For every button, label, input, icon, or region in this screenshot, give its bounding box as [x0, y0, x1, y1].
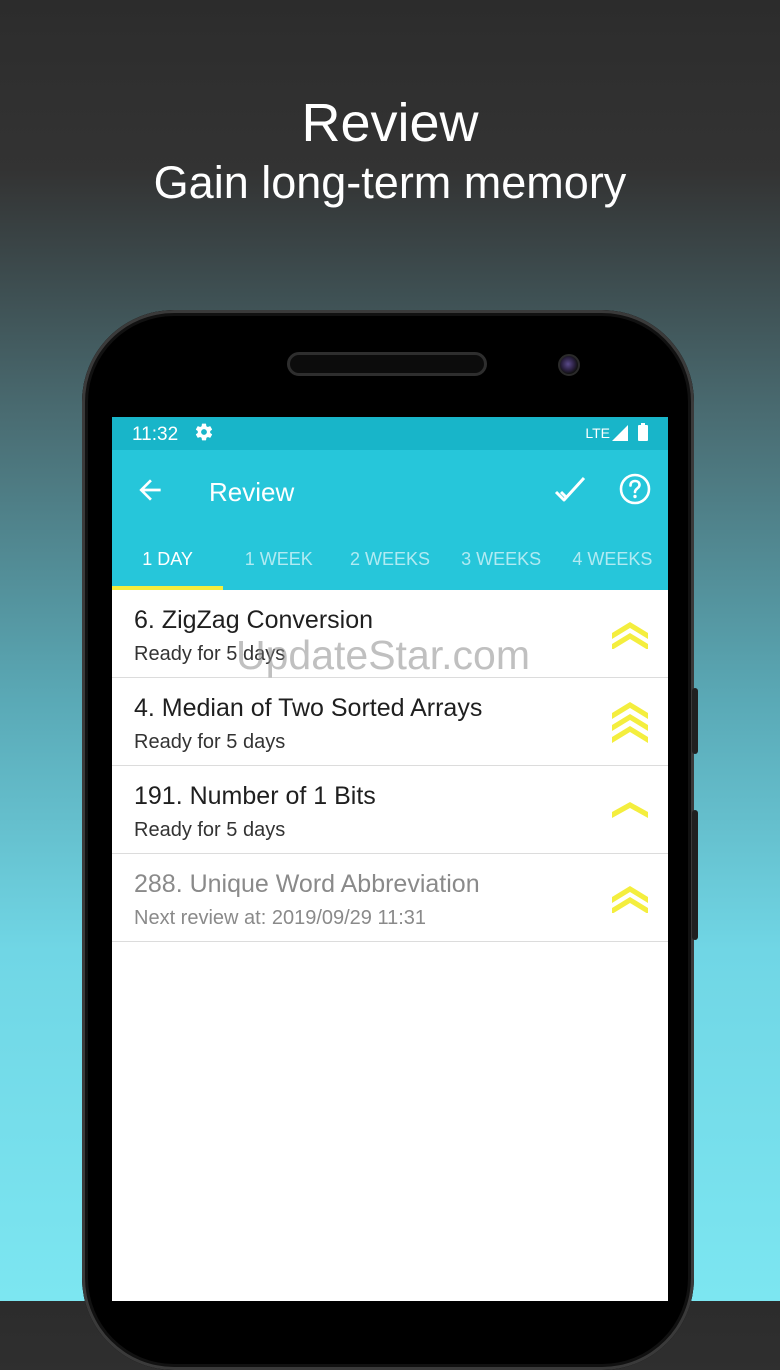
- rank-chevrons-icon: [612, 622, 648, 649]
- status-bar: 11:32 LTE: [112, 417, 668, 450]
- phone-speaker: [287, 352, 487, 376]
- app-screen: 11:32 LTE Review 1 DAY 1 WEEK 2 WEEKS 3 …: [112, 417, 668, 1301]
- network-type: LTE: [585, 425, 610, 441]
- list-item[interactable]: 191. Number of 1 Bits Ready for 5 days: [112, 766, 668, 854]
- item-title: 288. Unique Word Abbreviation: [134, 870, 480, 898]
- toolbar-title: Review: [209, 477, 295, 507]
- headline-title: Review: [301, 93, 479, 153]
- toolbar: Review: [112, 450, 668, 533]
- rank-chevron-icon: [612, 802, 648, 818]
- status-time: 11:32: [132, 424, 179, 445]
- review-list: 6. ZigZag Conversion Ready for 5 days 4.…: [112, 590, 668, 942]
- phone-volume-button: [692, 688, 698, 754]
- item-title: 4. Median of Two Sorted Arrays: [134, 694, 483, 722]
- item-subtitle: Ready for 5 days: [134, 731, 286, 753]
- list-item[interactable]: 4. Median of Two Sorted Arrays Ready for…: [112, 678, 668, 766]
- item-title: 6. ZigZag Conversion: [134, 606, 374, 634]
- item-title: 191. Number of 1 Bits: [134, 782, 376, 810]
- tab-2-weeks[interactable]: 2 WEEKS: [334, 533, 445, 590]
- tab-1-day[interactable]: 1 DAY: [112, 533, 224, 590]
- back-arrow-icon[interactable]: [134, 474, 166, 506]
- item-subtitle: Ready for 5 days: [134, 643, 286, 665]
- battery-icon: [638, 423, 648, 441]
- check-icon[interactable]: [552, 472, 588, 508]
- tab-4-weeks[interactable]: 4 WEEKS: [557, 533, 668, 590]
- settings-gear-icon: [195, 423, 213, 441]
- rank-chevrons-icon: [612, 702, 648, 743]
- item-subtitle: Ready for 5 days: [134, 819, 286, 841]
- tab-1-week[interactable]: 1 WEEK: [223, 533, 334, 590]
- list-item[interactable]: 6. ZigZag Conversion Ready for 5 days: [112, 590, 668, 678]
- list-item[interactable]: 288. Unique Word Abbreviation Next revie…: [112, 854, 668, 942]
- headline-subtitle: Gain long-term memory: [153, 157, 627, 208]
- phone-power-button: [692, 810, 698, 940]
- signal-icon: [612, 425, 628, 441]
- tab-3-weeks[interactable]: 3 WEEKS: [446, 533, 557, 590]
- phone-camera: [558, 354, 580, 376]
- tab-bar: 1 DAY 1 WEEK 2 WEEKS 3 WEEKS 4 WEEKS: [112, 533, 668, 590]
- rank-chevrons-icon: [612, 886, 648, 913]
- help-icon[interactable]: [618, 472, 652, 506]
- item-subtitle: Next review at: 2019/09/29 11:31: [134, 907, 427, 929]
